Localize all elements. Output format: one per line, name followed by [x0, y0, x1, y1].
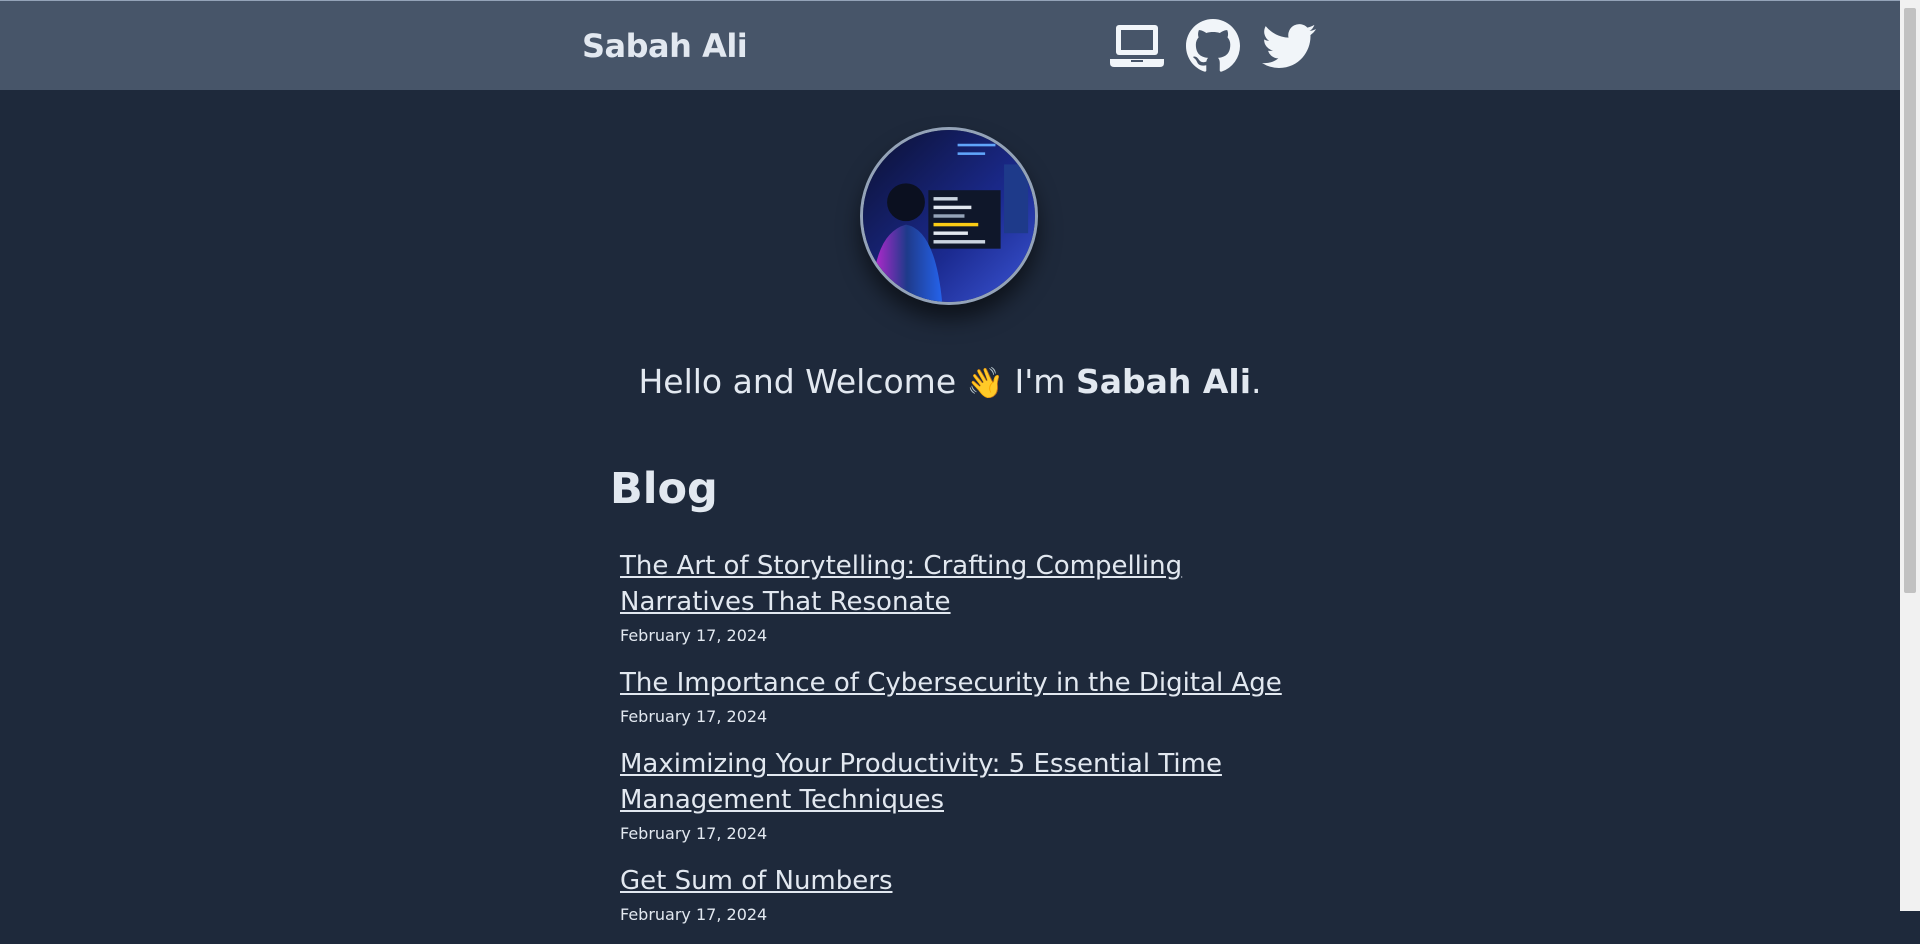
post-title-link[interactable]: The Art of Storytelling: Crafting Compel… [620, 548, 1320, 620]
blog-heading: Blog [610, 464, 718, 514]
post-title-link[interactable]: The Importance of Cybersecurity in the D… [620, 665, 1320, 701]
list-item: The Importance of Cybersecurity in the D… [620, 665, 1320, 726]
laptop-icon[interactable] [1108, 19, 1166, 73]
profile-avatar [860, 127, 1038, 305]
greeting-suffix: . [1251, 362, 1262, 401]
greeting-prefix: Hello and Welcome [638, 362, 957, 401]
twitter-icon[interactable] [1260, 19, 1318, 73]
vertical-scrollbar[interactable] [1900, 0, 1920, 911]
waving-hand-icon: 👋 [966, 366, 1004, 401]
post-date: February 17, 2024 [620, 824, 768, 843]
greeting-name: Sabah Ali [1075, 362, 1252, 401]
post-title-link[interactable]: Maximizing Your Productivity: 5 Essentia… [620, 746, 1320, 818]
post-date: February 17, 2024 [620, 626, 768, 645]
list-item: Get Sum of Numbers February 17, 2024 [620, 863, 1320, 924]
post-date: February 17, 2024 [620, 707, 768, 726]
post-date: February 17, 2024 [620, 905, 768, 924]
scrollbar-thumb[interactable] [1904, 8, 1916, 593]
welcome-greeting: Hello and Welcome 👋 I'm Sabah Ali. [0, 362, 1900, 401]
blog-post-list: The Art of Storytelling: Crafting Compel… [620, 548, 1320, 944]
github-icon[interactable] [1184, 19, 1242, 73]
social-nav [1108, 19, 1318, 73]
greeting-mid: I'm [1014, 362, 1066, 401]
site-title-link[interactable]: Sabah Ali [582, 27, 748, 65]
post-title-link[interactable]: Get Sum of Numbers [620, 863, 1320, 899]
list-item: The Art of Storytelling: Crafting Compel… [620, 548, 1320, 645]
site-header: Sabah Ali [0, 0, 1900, 90]
list-item: Maximizing Your Productivity: 5 Essentia… [620, 746, 1320, 843]
